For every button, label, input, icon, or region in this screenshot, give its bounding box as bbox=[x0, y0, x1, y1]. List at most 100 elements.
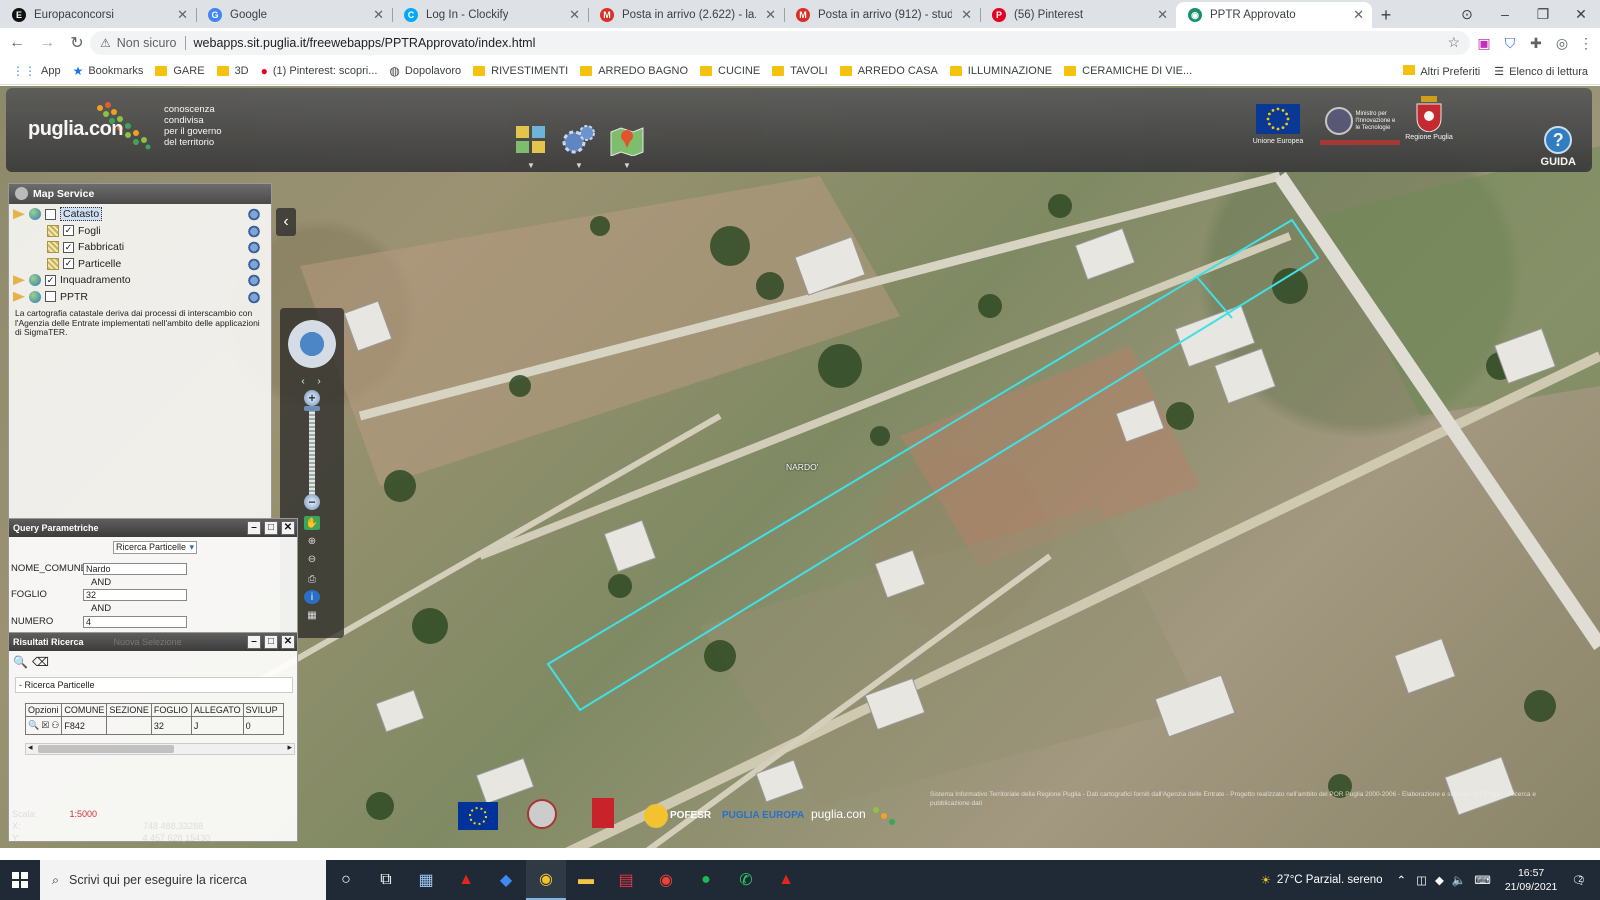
column-header[interactable]: SEZIONE bbox=[106, 703, 152, 717]
chrome-icon[interactable]: ◉ bbox=[526, 860, 566, 900]
bookmark-item[interactable]: ARREDO BAGNO bbox=[580, 65, 688, 77]
file-explorer-icon[interactable]: ▬ bbox=[566, 860, 606, 900]
tools-gear-icon[interactable]: ▼ bbox=[560, 122, 598, 170]
dropbox-icon[interactable]: ◆ bbox=[486, 860, 526, 900]
close-tab-icon[interactable]: ✕ bbox=[961, 7, 972, 23]
pan-compass-icon[interactable] bbox=[288, 320, 336, 368]
bookmark-item[interactable]: GARE bbox=[155, 65, 205, 77]
expand-icon[interactable] bbox=[13, 209, 25, 220]
zoom-slider[interactable] bbox=[309, 408, 315, 508]
close-window-icon[interactable]: ✕ bbox=[1562, 0, 1600, 28]
scroll-right-icon[interactable]: ▸ bbox=[287, 742, 292, 753]
new-tab-icon[interactable]: + bbox=[1372, 2, 1400, 28]
browser-tab[interactable]: ◉ PPTR Approvato ✕ bbox=[1176, 2, 1372, 28]
task-view-icon[interactable]: ⧉ bbox=[366, 860, 406, 900]
layer-tools-icon[interactable] bbox=[247, 290, 261, 304]
bookmark-item[interactable]: ◍ Dopolavoro bbox=[389, 64, 461, 78]
whatsapp-icon[interactable]: ✆ bbox=[726, 860, 766, 900]
minimize-icon[interactable]: – bbox=[247, 521, 261, 535]
acrobat-reader-icon[interactable]: ▲ bbox=[766, 860, 806, 900]
layer-label[interactable]: Inquadramento bbox=[60, 274, 131, 286]
extensions-puzzle-icon[interactable]: ✚ bbox=[1526, 33, 1546, 53]
layer-label[interactable]: Fogli bbox=[78, 225, 101, 237]
close-tab-icon[interactable]: ✕ bbox=[765, 7, 776, 23]
layer-tools-icon[interactable] bbox=[247, 274, 261, 287]
zoom-to-icon[interactable]: 🔍 bbox=[13, 655, 28, 669]
layer-checkbox[interactable]: ✓ bbox=[63, 225, 74, 237]
column-header[interactable]: COMUNE bbox=[61, 703, 108, 717]
bookmark-item[interactable]: CUCINE bbox=[700, 65, 760, 77]
column-header[interactable]: SVILUP bbox=[242, 703, 284, 717]
scroll-left-icon[interactable]: ◂ bbox=[28, 742, 33, 753]
tab-search-icon[interactable]: ⊙ bbox=[1448, 0, 1486, 28]
pan-hand-icon[interactable]: ✋ bbox=[304, 516, 320, 530]
column-header[interactable]: ALLEGATO bbox=[190, 703, 244, 717]
layer-checkbox[interactable] bbox=[45, 208, 56, 220]
layer-tools-icon[interactable] bbox=[247, 224, 261, 238]
bookmark-item[interactable]: ★ Bookmarks bbox=[73, 64, 144, 78]
result-group-header[interactable]: - Ricerca Particelle bbox=[15, 677, 293, 693]
browser-tab[interactable]: M Posta in arrivo (912) - studiomet ✕ bbox=[784, 2, 980, 28]
browser-tab[interactable]: E Europaconcorsi ✕ bbox=[0, 2, 196, 28]
layer-label[interactable]: Particelle bbox=[78, 258, 121, 270]
address-bar[interactable]: ⚠ Non sicuro webapps.sit.puglia.it/freew… bbox=[90, 31, 1470, 55]
browser-tab[interactable]: P (56) Pinterest ✕ bbox=[980, 2, 1176, 28]
browser-tab[interactable]: C Log In - Clockify ✕ bbox=[392, 2, 588, 28]
minimize-icon[interactable]: – bbox=[247, 635, 261, 649]
expand-icon[interactable] bbox=[13, 275, 25, 286]
zoom-to-record-icon[interactable]: 🔍 bbox=[28, 720, 39, 730]
query-type-select[interactable]: Ricerca Particelle bbox=[113, 541, 197, 554]
network-icon[interactable]: ◫ bbox=[1416, 873, 1427, 887]
close-icon[interactable]: ✕ bbox=[281, 521, 295, 535]
browser-tab[interactable]: G Google ✕ bbox=[196, 2, 392, 28]
reading-list[interactable]: ☰ Elenco di lettura bbox=[1494, 65, 1588, 78]
close-tab-icon[interactable]: ✕ bbox=[177, 7, 188, 23]
bookmark-item[interactable]: CERAMICHE DI VIE... bbox=[1064, 65, 1192, 77]
extension-icon[interactable]: ▣ bbox=[1474, 33, 1494, 53]
close-icon[interactable]: ✕ bbox=[281, 635, 295, 649]
minimize-icon[interactable]: – bbox=[1486, 0, 1524, 28]
acrobat-icon[interactable]: ▲ bbox=[446, 860, 486, 900]
foglio-input[interactable]: 32 bbox=[83, 589, 187, 601]
notifications-icon[interactable]: 🗨 2 bbox=[1571, 873, 1586, 887]
bookmark-item[interactable]: 3D bbox=[216, 65, 249, 77]
close-tab-icon[interactable]: ✕ bbox=[373, 7, 384, 23]
extension-shield-icon[interactable]: ⛉ bbox=[1500, 33, 1520, 53]
zoom-out-icon[interactable]: − bbox=[304, 494, 320, 510]
taskbar-search-input[interactable]: ⌕ Scrivi qui per eseguire la ricerca bbox=[40, 860, 326, 900]
bookmark-item[interactable]: ILLUMINAZIONE bbox=[949, 65, 1052, 77]
collapse-panel-icon[interactable]: ‹ bbox=[276, 208, 296, 236]
bookmark-item[interactable]: TAVOLI bbox=[772, 65, 828, 77]
zoom-box-out-icon[interactable]: ⊖ bbox=[304, 552, 320, 566]
nome-comune-input[interactable]: Nardo bbox=[83, 563, 187, 575]
scale-select[interactable]: 1:5000 bbox=[70, 809, 98, 819]
zoom-in-icon[interactable]: + bbox=[304, 390, 320, 406]
spotify-icon[interactable]: ● bbox=[686, 860, 726, 900]
bookmark-item[interactable]: ⋮⋮ App bbox=[12, 64, 61, 78]
layer-checkbox[interactable]: ✓ bbox=[45, 274, 56, 286]
tray-chevron-icon[interactable]: ⌃ bbox=[1397, 873, 1407, 887]
clock[interactable]: 16:57 21/09/2021 bbox=[1505, 866, 1558, 894]
clear-icon[interactable]: ⌫ bbox=[32, 655, 49, 669]
column-header[interactable]: FOGLIO bbox=[150, 703, 192, 717]
cortana-icon[interactable]: ○ bbox=[326, 860, 366, 900]
other-bookmarks[interactable]: Altri Preferiti bbox=[1403, 65, 1480, 78]
zoom-box-in-icon[interactable]: ⊕ bbox=[304, 534, 320, 548]
forward-icon[interactable]: → bbox=[34, 30, 60, 56]
chrome-alt-icon[interactable]: ◉ bbox=[646, 860, 686, 900]
layer-checkbox[interactable] bbox=[45, 291, 56, 303]
new-selection-select[interactable]: Nuova Selezione bbox=[114, 637, 182, 647]
profile-icon[interactable]: ◎ bbox=[1552, 33, 1572, 53]
keyboard-icon[interactable]: ⌨ bbox=[1474, 873, 1491, 887]
layer-label[interactable]: Catasto bbox=[60, 207, 103, 222]
report-icon[interactable]: ⚇ bbox=[51, 720, 59, 730]
info-icon[interactable]: i bbox=[304, 590, 320, 604]
horizontal-scrollbar[interactable]: ▸ ◂ bbox=[25, 742, 295, 755]
layer-tools-icon[interactable] bbox=[247, 208, 261, 221]
browser-tab[interactable]: M Posta in arrivo (2.622) - la.sara.g ✕ bbox=[588, 2, 784, 28]
dropbox-tray-icon[interactable]: ◆ bbox=[1435, 873, 1444, 887]
layer-tools-icon[interactable] bbox=[247, 257, 261, 271]
select-record-icon[interactable]: ☒ bbox=[41, 720, 49, 730]
weather-text[interactable]: 27°C Parzial. sereno bbox=[1277, 874, 1383, 886]
close-tab-icon[interactable]: ✕ bbox=[1353, 7, 1364, 23]
